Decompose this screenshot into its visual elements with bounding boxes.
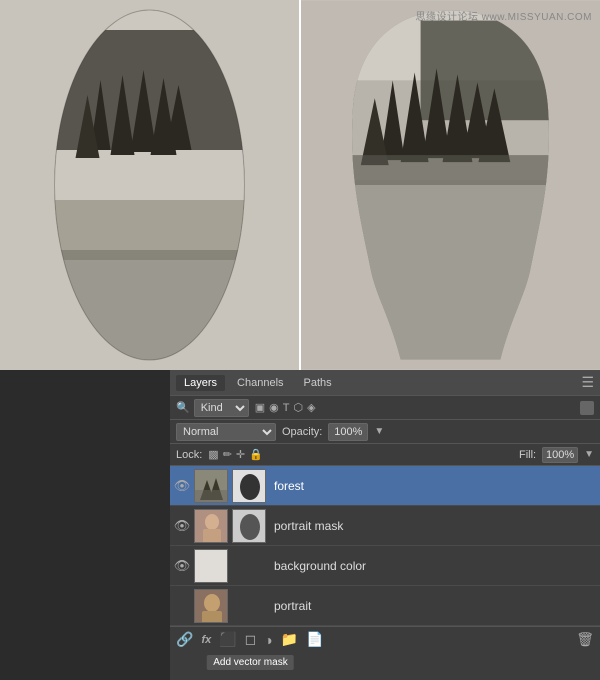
add-adjustment-icon[interactable]: ◑ [264,632,272,648]
lock-move-icon[interactable]: ✛ [236,448,245,461]
adjustment-filter-icon[interactable]: ◉ [269,401,279,414]
panel-tabs-bar: Layers Channels Paths ☰ [170,370,600,396]
layer-name-background: background color [270,559,596,573]
panel-menu-icon[interactable]: ☰ [581,374,594,391]
lock-paint-icon[interactable]: ✏ [223,448,232,461]
layer-thumb-portrait-mask [194,509,228,543]
visibility-eye-portrait-mask[interactable]: 👁 [174,518,190,534]
layer-row-portrait-mask[interactable]: 👁 portrait mask [170,506,600,546]
watermark: 思缘设计论坛 www.MISSYUAN.COM [415,8,592,23]
link-icon[interactable]: 🔗 [176,631,193,648]
add-mask-icon[interactable]: ⬛ [219,631,236,648]
layer-mask-forest [232,469,266,503]
fill-label: Fill: [519,449,536,461]
fill-input[interactable]: 100% [542,447,578,463]
panels-row: Layers Channels Paths ☰ 🔍 Kind ▣ ◉ T ⬡ ◈ [0,370,600,680]
left-spacer [0,370,170,680]
opacity-label: Opacity: [282,426,322,438]
layer-thumb-forest [194,469,228,503]
blend-mode-select[interactable]: Normal [176,423,276,441]
lock-row: Lock: ▩ ✏ ✛ 🔒 Fill: 100% ▼ [170,444,600,466]
filter-row: 🔍 Kind ▣ ◉ T ⬡ ◈ [170,396,600,420]
canvas-right: 思缘设计论坛 www.MISSYUAN.COM [301,0,600,370]
bottom-toolbar: 🔗 fx ⬛ ◻ Add vector mask ◑ 📁 📄 🗑 [170,626,600,652]
tabs-group: Layers Channels Paths [176,375,340,391]
add-vector-mask-icon[interactable]: ◻ [245,631,257,647]
layer-mask-portrait-empty [232,589,266,623]
filter-toggle[interactable] [580,401,594,415]
delete-layer-icon[interactable]: 🗑 [576,631,594,648]
layer-mask-background-empty [232,549,266,583]
layer-name-portrait: portrait [270,599,596,613]
lock-icons-group: ▩ ✏ ✛ 🔒 [208,448,263,461]
smart-filter-icon[interactable]: ◈ [307,401,315,414]
kind-select[interactable]: Kind [194,399,249,417]
layer-name-forest: forest [270,479,596,493]
tab-paths[interactable]: Paths [296,375,340,391]
add-vector-mask-tooltip: Add vector mask [207,655,293,670]
app-window: 思缘设计论坛 www.MISSYUAN.COM Layers Channels … [0,0,600,680]
tab-channels[interactable]: Channels [229,375,291,391]
fill-arrow[interactable]: ▼ [584,449,594,460]
layer-thumb-background [194,549,228,583]
layer-row-background[interactable]: 👁 background color [170,546,600,586]
visibility-eye-portrait[interactable]: 👁 [174,598,190,614]
layer-row-forest[interactable]: 👁 forest [170,466,600,506]
filter-icons: ▣ ◉ T ⬡ ◈ [255,401,316,414]
add-vector-mask-container: ◻ Add vector mask [245,631,257,648]
visibility-eye-forest[interactable]: 👁 [174,478,190,494]
opacity-arrow[interactable]: ▼ [374,426,384,437]
layer-row-portrait[interactable]: 👁 portrait [170,586,600,626]
layers-panel: Layers Channels Paths ☰ 🔍 Kind ▣ ◉ T ⬡ ◈ [170,370,600,680]
layer-name-portrait-mask: portrait mask [270,519,596,533]
fx-icon[interactable]: fx [201,634,211,646]
layer-mask-portrait-mask [232,509,266,543]
visibility-eye-background[interactable]: 👁 [174,558,190,574]
pixel-filter-icon[interactable]: ▣ [255,401,265,414]
blend-mode-row: Normal Opacity: 100% ▼ [170,420,600,444]
lock-all-icon[interactable]: 🔒 [249,448,263,461]
create-group-icon[interactable]: 📁 [281,631,298,648]
search-icon: 🔍 [176,401,190,414]
lock-label: Lock: [176,449,202,461]
shape-filter-icon[interactable]: ⬡ [293,401,303,414]
canvas-left [0,0,301,370]
layer-thumb-portrait [194,589,228,623]
text-filter-icon[interactable]: T [283,402,290,414]
opacity-input[interactable]: 100% [328,423,368,441]
canvas-area: 思缘设计论坛 www.MISSYUAN.COM [0,0,600,370]
tab-layers[interactable]: Layers [176,375,225,391]
lock-transparency-icon[interactable]: ▩ [208,448,218,461]
new-layer-icon[interactable]: 📄 [306,631,323,648]
